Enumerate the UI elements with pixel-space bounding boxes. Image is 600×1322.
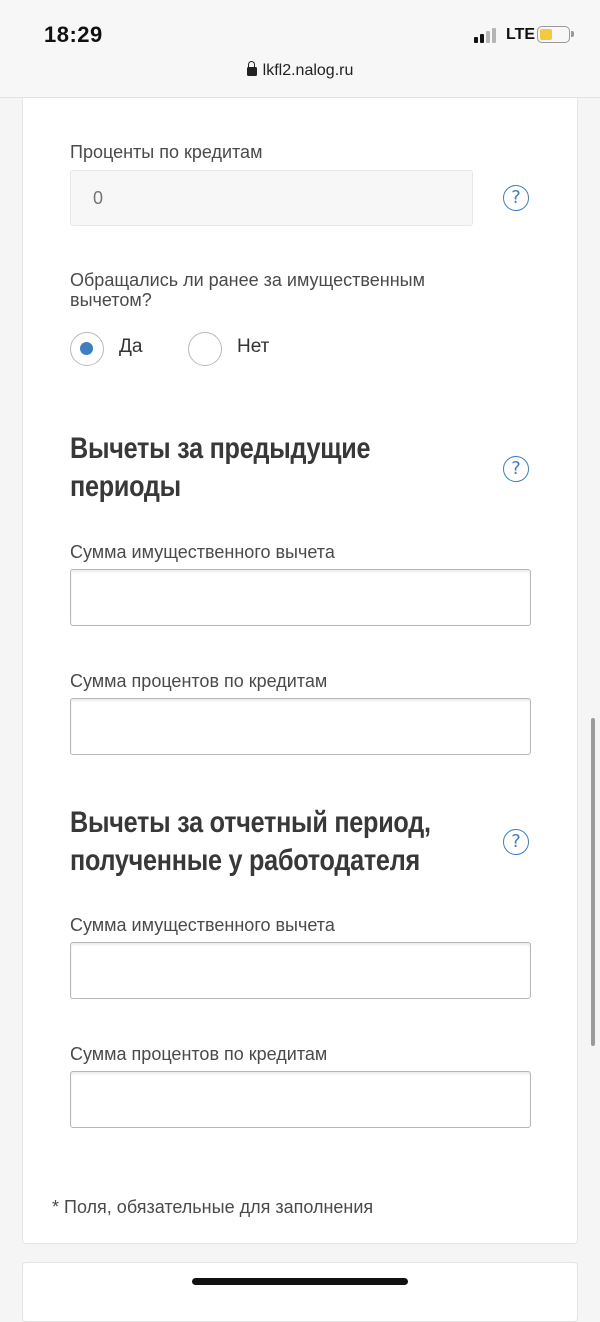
question-line-1: Обращались ли ранее за имущественным	[70, 270, 425, 290]
previous-property-label: Сумма имущественного вычета	[70, 542, 335, 562]
radio-no-label[interactable]: Нет	[237, 336, 269, 358]
next-card	[22, 1262, 578, 1322]
help-icon[interactable]: ?	[503, 829, 529, 855]
employer-interest-input[interactable]	[70, 1071, 531, 1128]
signal-bar	[486, 31, 490, 43]
home-indicator[interactable]	[192, 1278, 408, 1285]
signal-bar	[480, 34, 484, 43]
credit-interest-input[interactable]	[70, 170, 473, 226]
employer-property-label: Сумма имущественного вычета	[70, 915, 335, 935]
url-text: lkfl2.nalog.ru	[262, 62, 354, 79]
required-fields-note: * Поля, обязательные для заполнения	[52, 1197, 374, 1217]
previous-deduction-question: Обращались ли ранее за имущественным выч…	[70, 270, 425, 310]
network-type: LTE	[506, 26, 536, 43]
status-time: 18:29	[44, 22, 103, 47]
radio-yes[interactable]	[70, 332, 104, 366]
signal-icon	[474, 27, 502, 43]
status-bar: 18:29 LTE lkfl2.nalog.ru	[0, 0, 600, 98]
signal-bar	[474, 37, 478, 43]
section-employer-title-line-2: полученные у работодателя	[70, 844, 420, 877]
section-previous-title: Вычеты за предыдущие периоды	[70, 430, 473, 506]
address-bar[interactable]: lkfl2.nalog.ru	[0, 61, 600, 80]
lock-icon	[246, 61, 257, 76]
section-previous-title-line-1: Вычеты за предыдущие	[70, 432, 371, 465]
credit-interest-label: Проценты по кредитам	[70, 142, 263, 162]
battery-level	[540, 29, 552, 40]
battery-nub	[571, 31, 574, 37]
signal-bar	[492, 28, 496, 43]
section-employer-title: Вычеты за отчетный период, полученные у …	[70, 804, 473, 880]
section-employer-title-line-1: Вычеты за отчетный период,	[70, 806, 431, 839]
employer-interest-label: Сумма процентов по кредитам	[70, 1044, 328, 1064]
radio-no[interactable]	[188, 332, 222, 366]
question-line-2: вычетом?	[70, 290, 152, 310]
radio-yes-label[interactable]: Да	[119, 336, 142, 358]
form-card: Проценты по кредитам ? Обращались ли ран…	[22, 98, 578, 1244]
help-icon[interactable]: ?	[503, 456, 529, 482]
help-icon[interactable]: ?	[503, 185, 529, 211]
battery-icon	[537, 26, 574, 43]
radio-selected-dot	[80, 342, 93, 355]
previous-interest-input[interactable]	[70, 698, 531, 755]
previous-property-input[interactable]	[70, 569, 531, 626]
scrollbar[interactable]	[591, 718, 595, 1046]
section-previous-title-line-2: периоды	[70, 470, 181, 503]
previous-interest-label: Сумма процентов по кредитам	[70, 671, 328, 691]
employer-property-input[interactable]	[70, 942, 531, 999]
